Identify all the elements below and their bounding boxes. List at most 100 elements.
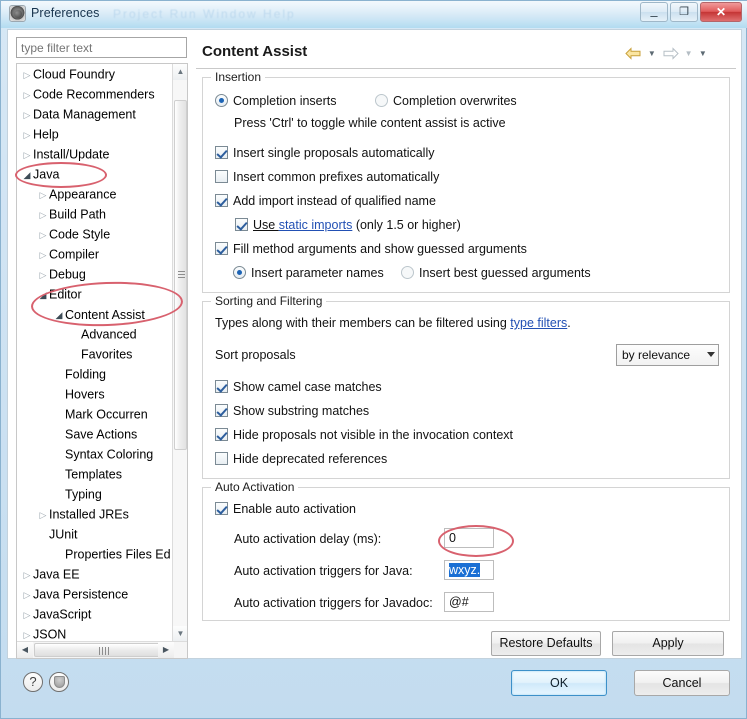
twisty-collapsed-icon[interactable]: ▷ [21,145,33,165]
twisty-collapsed-icon[interactable]: ▷ [21,105,33,125]
javadoc-triggers-input[interactable] [444,592,494,612]
scroll-up-arrow-icon[interactable]: ▲ [173,64,187,80]
tree-item-templates[interactable]: Templates [17,464,174,484]
insert-common-prefixes-checkbox[interactable]: Insert common prefixes automatically [215,170,439,184]
tree-item-properties-files-ed[interactable]: Properties Files Ed [17,544,174,564]
show-substring-checkbox[interactable]: Show substring matches [215,404,369,418]
tree-item-debug[interactable]: ▷ Debug [17,264,174,284]
twisty-collapsed-icon[interactable]: ▷ [21,65,33,85]
tree-item-hovers[interactable]: Hovers [17,384,174,404]
twisty-expanded-icon[interactable]: ◢ [53,305,65,325]
insert-best-guessed-radio[interactable]: Insert best guessed arguments [401,266,591,280]
twisty-collapsed-icon[interactable]: ▷ [21,85,33,105]
dialog-body: ▷Cloud Foundry▷Code Recommenders▷Data Ma… [7,29,742,659]
java-triggers-input[interactable]: wxyz. [444,560,494,580]
tree-item-label: Mark Occurren [65,407,148,422]
twisty-collapsed-icon[interactable]: ▷ [37,185,49,205]
auto-activation-delay-input[interactable] [444,528,494,548]
insert-single-proposals-checkbox[interactable]: Insert single proposals automatically [215,146,435,160]
insert-common-prefixes-label: Insert common prefixes automatically [233,170,440,184]
view-menu-chevron-down-icon[interactable]: ▼ [697,49,708,58]
tree-item-folding[interactable]: Folding [17,364,174,384]
back-arrow-icon[interactable] [624,45,643,62]
tree-item-appearance[interactable]: ▷ Appearance [17,184,174,204]
twisty-collapsed-icon[interactable]: ▷ [21,585,33,605]
tree-item-data-management[interactable]: ▷ Data Management [17,104,174,124]
tree-item-editor[interactable]: ◢ Editor [17,284,174,304]
tree-item-label: Typing [65,487,102,502]
tree-item-installed-jres[interactable]: ▷ Installed JREs [17,504,174,524]
tree-scroll-thumb[interactable] [174,100,187,450]
tree-item-code-style[interactable]: ▷ Code Style [17,224,174,244]
ok-button[interactable]: OK [511,670,607,696]
completion-inserts-radio[interactable]: Completion inserts [215,94,337,108]
twisty-collapsed-icon[interactable]: ▷ [21,125,33,145]
tree-item-compiler[interactable]: ▷ Compiler [17,244,174,264]
tree-item-json[interactable]: ▷ JSON [17,624,174,642]
show-camel-case-checkbox[interactable]: Show camel case matches [215,380,382,394]
tree-item-label: Java Persistence [33,587,129,602]
type-filters-link[interactable]: type filters [510,316,567,330]
scroll-down-arrow-icon[interactable]: ▼ [173,626,187,642]
hide-not-visible-checkbox[interactable]: Hide proposals not visible in the invoca… [215,428,513,442]
filter-input[interactable] [16,37,187,58]
tree-vertical-scrollbar[interactable]: ▲ ▼ [172,64,187,642]
tree-item-favorites[interactable]: Favorites [17,344,174,364]
static-imports-link[interactable]: static imports [279,218,353,232]
back-history-chevron-down-icon[interactable]: ▼ [646,49,657,58]
twisty-none-icon [53,365,65,385]
hide-deprecated-checkbox[interactable]: Hide deprecated references [215,452,387,466]
minimize-button[interactable]: – [640,2,668,22]
tree-horizontal-scrollbar[interactable]: ◀ ▶ [17,641,187,658]
close-button[interactable]: ✕ [700,2,742,22]
twisty-collapsed-icon[interactable]: ▷ [37,505,49,525]
scroll-right-arrow-icon[interactable]: ▶ [158,642,174,658]
restore-defaults-button[interactable]: Restore Defaults [491,631,601,656]
twisty-collapsed-icon[interactable]: ▷ [37,225,49,245]
tree-item-advanced[interactable]: Advanced [17,324,174,344]
add-import-checkbox[interactable]: Add import instead of qualified name [215,194,436,208]
auto-activation-group: Auto Activation Enable auto activation A… [202,480,730,621]
twisty-collapsed-icon[interactable]: ▷ [37,265,49,285]
tree-item-build-path[interactable]: ▷ Build Path [17,204,174,224]
tree-item-cloud-foundry[interactable]: ▷ Cloud Foundry [17,64,174,84]
maximize-button[interactable]: ❐ [670,2,698,22]
tree-item-label: Properties Files Ed [65,547,171,562]
tree-hscroll-thumb[interactable] [34,643,174,657]
twisty-none-icon [69,325,81,345]
scroll-left-arrow-icon[interactable]: ◀ [17,642,33,658]
tree-item-java-ee[interactable]: ▷ Java EE [17,564,174,584]
twisty-collapsed-icon[interactable]: ▷ [21,625,33,642]
apply-button[interactable]: Apply [612,631,724,656]
security-shield-icon[interactable] [49,672,69,692]
fill-method-arguments-checkbox[interactable]: Fill method arguments and show guessed a… [215,242,527,256]
twisty-collapsed-icon[interactable]: ▷ [37,245,49,265]
tree-item-help[interactable]: ▷ Help [17,124,174,144]
use-static-imports-checkbox[interactable]: Use static imports (only 1.5 or higher) [235,218,461,232]
hide-not-visible-label: Hide proposals not visible in the invoca… [233,428,514,442]
twisty-collapsed-icon[interactable]: ▷ [21,605,33,625]
tree-item-java[interactable]: ◢ Java [17,164,174,184]
twisty-collapsed-icon[interactable]: ▷ [21,565,33,585]
tree-item-java-persistence[interactable]: ▷ Java Persistence [17,584,174,604]
tree-item-typing[interactable]: Typing [17,484,174,504]
insert-parameter-names-radio[interactable]: Insert parameter names [233,266,384,280]
twisty-expanded-icon[interactable]: ◢ [21,165,33,185]
tree-item-javascript[interactable]: ▷ JavaScript [17,604,174,624]
tree-item-save-actions[interactable]: Save Actions [17,424,174,444]
twisty-collapsed-icon[interactable]: ▷ [37,205,49,225]
cancel-button[interactable]: Cancel [634,670,730,696]
enable-auto-activation-checkbox[interactable]: Enable auto activation [215,502,356,516]
tree-item-mark-occurren[interactable]: Mark Occurren [17,404,174,424]
tree-item-junit[interactable]: JUnit [17,524,174,544]
tree-item-syntax-coloring[interactable]: Syntax Coloring [17,444,174,464]
tree-item-install-update[interactable]: ▷ Install/Update [17,144,174,164]
completion-overwrites-radio[interactable]: Completion overwrites [375,94,517,108]
tree-item-label: Install/Update [33,147,110,162]
preferences-tree[interactable]: ▷ Cloud Foundry ▷ Code Recommenders ▷ Data Ma… [16,63,188,659]
tree-item-content-assist[interactable]: ◢ Content Assist [17,304,174,324]
sort-proposals-dropdown[interactable]: by relevance [616,344,719,366]
twisty-expanded-icon[interactable]: ◢ [37,285,49,305]
help-icon[interactable]: ? [23,672,43,692]
tree-item-code-recommenders[interactable]: ▷ Code Recommenders [17,84,174,104]
